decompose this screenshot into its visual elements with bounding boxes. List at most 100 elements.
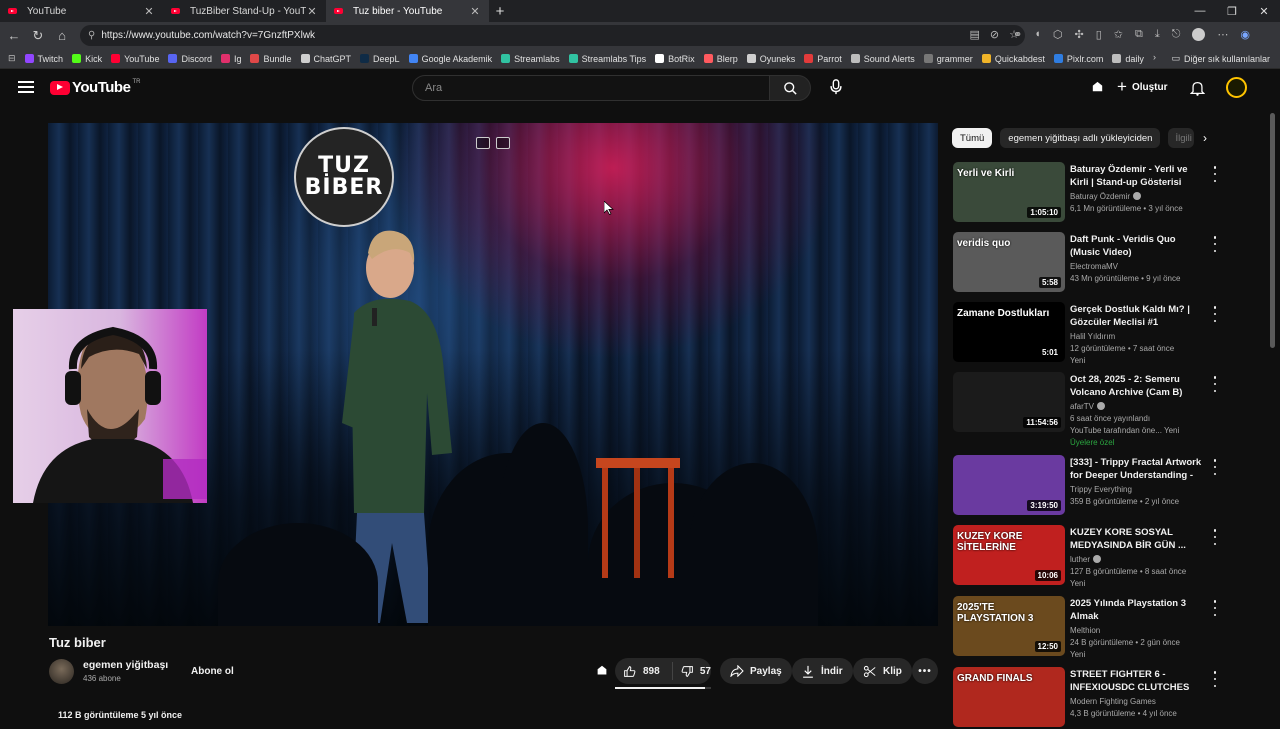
chip-related[interactable]: İlgili <box>1168 128 1195 148</box>
bookmark-item[interactable]: Google Akademik <box>408 54 492 64</box>
miniplayer-icon[interactable] <box>476 137 490 149</box>
recommended-video[interactable]: 2025'TE PLAYSTATION 3 12:50 2025 Yılında P… <box>953 596 1217 659</box>
more-vertical-icon[interactable] <box>1211 671 1219 687</box>
bookmark-item[interactable]: DeepL <box>360 54 400 64</box>
search-input[interactable]: Ara <box>412 75 770 101</box>
chevron-right-icon[interactable]: › <box>1196 129 1214 147</box>
bookmark-item[interactable]: Kick <box>72 54 102 64</box>
home-icon[interactable]: ⌂ <box>50 24 74 48</box>
video-thumbnail[interactable]: Yerli ve Kirli 1:05:10 <box>953 162 1065 222</box>
account-avatar[interactable] <box>1226 77 1247 98</box>
recommended-video[interactable]: KUZEY KORE SİTELERİNE 10:06 KUZEY KORE SOS… <box>953 525 1217 588</box>
more-vertical-icon[interactable] <box>1211 376 1219 392</box>
bookmark-item[interactable]: ChatGPT <box>300 54 351 64</box>
more-vertical-icon[interactable] <box>1211 236 1219 252</box>
video-title[interactable]: Oct 28, 2025 - 2: Semeru Volcano Archive… <box>1070 373 1206 399</box>
back-arrow-icon[interactable]: ← <box>2 24 26 48</box>
more-vertical-icon[interactable] <box>1211 166 1219 182</box>
channel-avatar[interactable] <box>49 659 74 684</box>
minimize-icon[interactable]: — <box>1184 0 1216 22</box>
more-options-icon[interactable]: ⋯ <box>1217 28 1228 41</box>
extensions-puzzle-icon[interactable]: ✣ <box>1074 28 1083 41</box>
video-title[interactable]: 2025 Yılında Playstation 3 Almak <box>1070 597 1206 623</box>
chevron-right-icon[interactable]: › <box>1153 52 1156 62</box>
bookmark-item[interactable]: Streamlabs <box>501 54 560 64</box>
notes-icon[interactable] <box>496 137 510 149</box>
recommended-video[interactable]: Yerli ve Kirli 1:05:10 Baturay Özdemir - Y… <box>953 162 1217 224</box>
chip-all[interactable]: Tümü <box>952 128 993 148</box>
bookmark-item[interactable]: Streamlabs Tips <box>568 54 646 64</box>
new-tab-button[interactable]: + <box>489 0 511 22</box>
browser-tab[interactable]: YouTube ✕ <box>0 0 163 22</box>
channel-name[interactable]: ElectromaMV <box>1070 262 1118 271</box>
recommended-video[interactable]: Zamane Dostlukları 5:01 Gerçek Dostluk Kal… <box>953 302 1217 365</box>
more-vertical-icon[interactable] <box>1211 529 1219 545</box>
close-window-icon[interactable]: ✕ <box>1248 0 1280 22</box>
address-bar[interactable]: ⚲ https://www.youtube.com/watch?v=7Gnzft… <box>80 25 1025 46</box>
clip-button[interactable]: Klip <box>853 658 912 684</box>
bookmark-item[interactable]: Bundle <box>250 54 292 64</box>
restore-icon[interactable]: ❐ <box>1216 0 1248 22</box>
video-thumbnail[interactable]: 2025'TE PLAYSTATION 3 12:50 <box>953 596 1065 656</box>
bookmark-item[interactable]: YouTube <box>111 54 159 64</box>
bookmarks-menu-icon[interactable]: ⊟ <box>8 53 16 64</box>
reader-mode-icon[interactable]: ▤ <box>970 28 980 41</box>
channel-name[interactable]: Trippy Everything <box>1070 485 1132 494</box>
collections-icon[interactable]: ⧉ <box>1135 28 1143 41</box>
download-icon[interactable]: ⤓ <box>1155 28 1160 41</box>
sidebar-scrollbar[interactable] <box>1270 113 1275 348</box>
dislike-button[interactable]: 57 <box>673 665 711 678</box>
bookmark-item[interactable]: Discord <box>168 54 212 64</box>
bookmark-item[interactable]: BotRix <box>655 54 695 64</box>
youtube-logo[interactable]: YouTube TR <box>50 79 140 96</box>
recommended-video[interactable]: 3:19:50 [333] - Trippy Fractal Artwork fo… <box>953 455 1217 517</box>
channel-name[interactable]: egemen yiğitbaşı <box>83 659 168 671</box>
bookmark-item[interactable]: Parrot <box>804 54 842 64</box>
share-icon[interactable]: ⎋ <box>1172 28 1181 41</box>
other-bookmarks[interactable]: ▭ Diğer sık kullanılanlar <box>1171 53 1270 64</box>
channel-name[interactable]: Melthion <box>1070 626 1100 635</box>
notifications-bell-icon[interactable] <box>1189 80 1206 101</box>
video-title[interactable]: Daft Punk - Veridis Quo (Music Video) <box>1070 233 1206 259</box>
video-thumbnail[interactable]: KUZEY KORE SİTELERİNE 10:06 <box>953 525 1065 585</box>
extension-icon[interactable]: ⬡ <box>1053 28 1063 41</box>
video-title[interactable]: KUZEY KORE SOSYAL MEDYASINDA BİR GÜN ... <box>1070 526 1206 552</box>
more-actions-button[interactable]: ••• <box>912 658 938 684</box>
extension-icon[interactable]: ⚭ <box>1013 28 1022 41</box>
tracking-icon[interactable]: ⊘ <box>990 28 999 41</box>
bookmark-item[interactable]: Sound Alerts <box>850 54 915 64</box>
video-title[interactable]: [333] - Trippy Fractal Artwork for Deepe… <box>1070 456 1206 482</box>
video-thumbnail[interactable]: veridis quo 5:58 <box>953 232 1065 292</box>
search-button[interactable] <box>769 75 811 101</box>
video-thumbnail[interactable]: GRAND FINALS <box>953 667 1065 727</box>
bookmark-item[interactable]: Oyuneks <box>746 54 795 64</box>
menu-hamburger-icon[interactable] <box>18 81 34 93</box>
split-screen-icon[interactable]: ▯ <box>1096 28 1102 41</box>
subscribe-button[interactable]: Abone ol <box>181 660 244 682</box>
voice-search-button[interactable] <box>826 77 846 97</box>
bookmark-item[interactable]: grammer <box>923 54 973 64</box>
video-title[interactable]: STREET FIGHTER 6 - INFEXIOUSDC CLUTCHES … <box>1070 668 1206 694</box>
channel-name[interactable]: Baturay Özdemir <box>1070 192 1142 201</box>
recommended-video[interactable]: veridis quo 5:58 Daft Punk - Veridis Quo (… <box>953 232 1217 294</box>
video-thumbnail[interactable]: Zamane Dostlukları 5:01 <box>953 302 1065 362</box>
bookmark-item[interactable]: Blerp <box>703 54 738 64</box>
channel-name[interactable]: Halil Yıldırım <box>1070 332 1115 341</box>
browser-tab[interactable]: TuzBiber Stand-Up - YouTube ✕ <box>163 0 326 22</box>
video-thumbnail[interactable]: 3:19:50 <box>953 455 1065 515</box>
extension-icon[interactable]: ◖ <box>1034 28 1041 41</box>
more-vertical-icon[interactable] <box>1211 600 1219 616</box>
bookmark-item[interactable]: Pixlr.com <box>1053 54 1103 64</box>
recommended-video[interactable]: 11:54:56 Oct 28, 2025 - 2: Semeru Volcano… <box>953 372 1217 447</box>
like-button[interactable]: 898 <box>615 662 673 680</box>
bookmark-item[interactable]: daily <box>1112 54 1144 64</box>
close-icon[interactable]: ✕ <box>143 5 155 18</box>
close-icon[interactable]: ✕ <box>469 5 481 18</box>
download-button[interactable]: İndir <box>792 658 853 684</box>
site-info-icon[interactable]: ⚲ <box>88 30 95 41</box>
video-thumbnail[interactable]: 11:54:56 <box>953 372 1065 432</box>
reload-icon[interactable]: ↻ <box>26 24 50 48</box>
video-title[interactable]: Baturay Özdemir - Yerli ve Kirli | Stand… <box>1070 163 1206 189</box>
bookmark-item[interactable]: Quickabdest <box>981 54 1045 64</box>
channel-name[interactable]: luther <box>1070 555 1102 564</box>
